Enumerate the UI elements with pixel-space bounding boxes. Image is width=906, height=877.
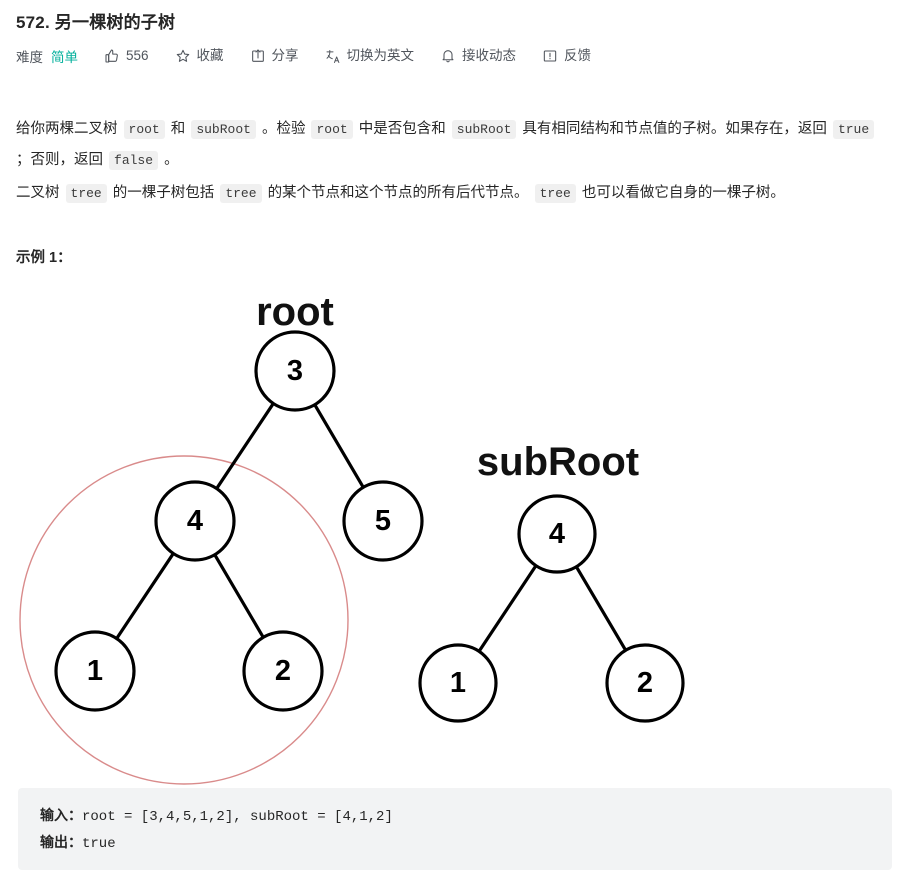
tree-node-value: 2 [275,655,291,687]
subroot-tree-label: subRoot [477,440,639,484]
example-heading: 示例 1： [16,250,72,266]
desc2-text-2: 的一棵子树包括 [112,184,215,201]
language-toggle-button[interactable]: 切换为英文 [325,48,415,64]
tree-node-value: 4 [187,505,203,537]
desc1-code-root-2: root [311,119,353,139]
desc1-code-root-1: root [123,119,165,139]
desc1-text-4: 中是否包含和 [358,120,446,137]
thumbs-up-icon [104,48,120,64]
translate-icon [325,48,341,64]
desc1-text-3: 。检验 [261,120,306,137]
feedback-icon [542,48,558,64]
desc1-code-false: false [109,150,159,170]
example-output-line: 输出：true [40,831,870,858]
desc1-text-5: 具有相同结构和节点值的子树。如果存在，返回 [522,120,827,137]
desc2-text-1: 二叉树 [16,184,60,201]
favorite-button[interactable]: 收藏 [175,48,224,64]
desc1-text-6: ；否则，返回 [16,151,103,168]
desc1-code-subroot-1: subRoot [191,119,256,139]
tree-node-value: 1 [87,655,103,687]
desc1-text-1: 给你两棵二叉树 [16,120,118,137]
tree-node-value: 4 [549,518,565,550]
tree-edge [313,403,365,489]
problem-description-paragraph-2: 二叉树 tree 的一棵子树包括 tree 的某个节点和这个节点的所有后代节点。… [16,178,892,209]
tree-edge [477,564,538,653]
desc2-text-3: 的某个节点和这个节点的所有后代节点。 [267,184,529,201]
tree-edge [574,565,628,652]
feedback-label: 反馈 [564,48,592,64]
tree-node-value: 2 [637,667,653,699]
example-figure: 3 4 5 1 2 root 4 1 2 subRoot [0,272,906,792]
page-title: 572. 另一棵树的子树 [16,13,176,32]
like-button[interactable]: 556 [104,48,149,64]
share-icon [250,48,266,64]
share-button[interactable]: 分享 [250,48,299,64]
difficulty-label: 难度 [16,50,43,65]
favorite-label: 收藏 [196,48,224,64]
desc1-code-subroot-2: subRoot [451,119,517,139]
feedback-button[interactable]: 反馈 [542,48,591,64]
desc2-code-tree-2: tree [220,183,262,203]
root-tree-label: root [256,290,334,334]
binary-tree-diagram: 3 4 5 1 2 root 4 1 2 subRoot [19,290,685,785]
example-output-value: true [82,836,116,852]
difficulty-badge: 简单 [51,50,78,65]
tree-node-value: 1 [450,667,466,699]
tree-node-value: 3 [287,355,303,387]
subscribe-label: 接收动态 [462,48,517,64]
desc2-text-4: 也可以看做它自身的一棵子树。 [581,184,785,201]
example-input-label: 输入： [40,809,82,825]
like-count: 556 [126,48,149,64]
desc1-text-2: 和 [170,120,186,137]
desc1-code-true: true [832,119,875,139]
star-icon [175,48,191,64]
desc2-code-tree-1: tree [65,183,107,203]
desc1-text-7: 。 [164,151,179,168]
subscribe-button[interactable]: 接收动态 [440,48,516,64]
example-output-label: 输出： [40,836,82,852]
desc2-code-tree-3: tree [534,183,576,203]
tree-edge [115,551,175,641]
example-input-line: 输入：root = [3,4,5,1,2], subRoot = [4,1,2] [40,804,870,831]
problem-description-paragraph-1: 给你两棵二叉树 root 和 subRoot 。检验 root 中是否包含和 s… [16,114,892,176]
tree-edge [213,553,265,639]
problem-meta-toolbar: 难度 简单 556 收藏 分享 切换为英文 接收动态 反馈 [16,44,591,68]
example-input-value: root = [3,4,5,1,2], subRoot = [4,1,2] [82,809,393,825]
example-code-block: 输入：root = [3,4,5,1,2], subRoot = [4,1,2]… [18,788,892,870]
share-label: 分享 [271,48,299,64]
tree-edge [215,401,275,491]
tree-node-value: 5 [375,505,391,537]
bell-icon [440,48,456,64]
language-toggle-label: 切换为英文 [346,48,415,64]
